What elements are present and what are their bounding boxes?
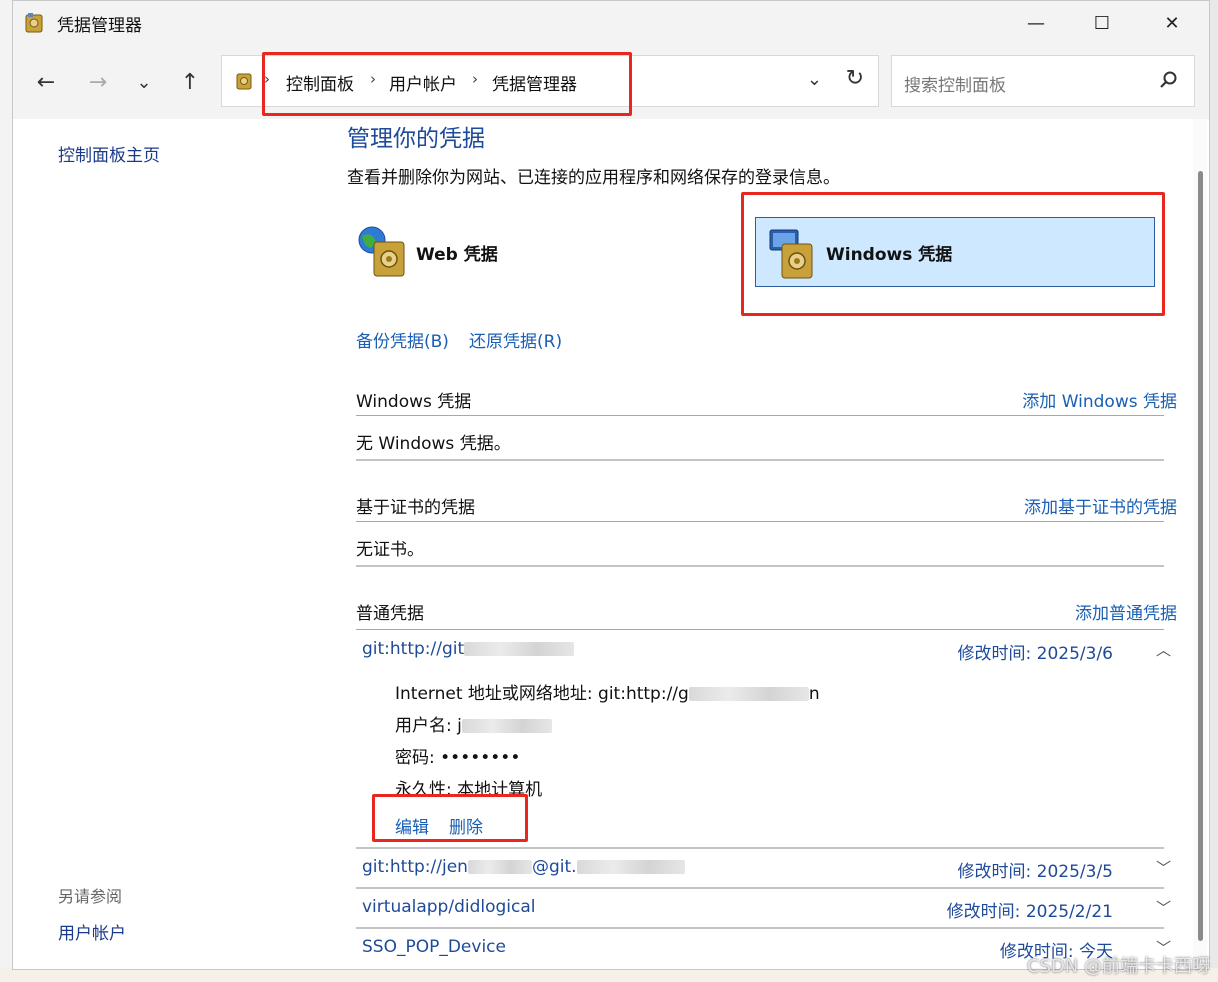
password-label: 密码: (395, 748, 435, 768)
minimize-icon: — (1027, 12, 1045, 34)
recent-locations-button[interactable]: ⌄ (129, 67, 159, 97)
address-value-end: n (808, 684, 820, 704)
sidebar: 控制面板主页 另请参阅 用户帐户 (13, 119, 333, 969)
section-divider (356, 565, 1164, 567)
up-button[interactable]: ↑ (175, 67, 205, 97)
control-panel-icon (236, 73, 252, 90)
credential-name[interactable]: git:http://git (362, 639, 575, 659)
credential-name-text: @git. (531, 857, 577, 877)
credential-name-text: git:http://git (362, 639, 465, 659)
forward-button[interactable]: → (83, 67, 113, 97)
back-arrow-icon: ← (36, 69, 56, 95)
section-divider (356, 415, 1164, 416)
credential-manager-window: 凭据管理器 — ☐ ✕ ← → ⌄ ↑ › 控制面板 › 用户帐户 › 凭据管理… (12, 0, 1210, 970)
credential-modified-date: 修改时间: 2025/3/6 (957, 644, 1113, 664)
section-divider (356, 887, 1164, 889)
maximize-button[interactable]: ☐ (1079, 1, 1125, 45)
windows-credentials-heading: Windows 凭据 (356, 392, 472, 412)
back-button[interactable]: ← (31, 67, 61, 97)
add-windows-credential-link[interactable]: 添加 Windows 凭据 (1022, 387, 1177, 412)
search-box[interactable]: 搜索控制面板 (891, 55, 1195, 107)
chevron-down-icon: ⌄ (136, 71, 152, 93)
credential-manager-icon (25, 13, 43, 33)
redacted-text (467, 860, 532, 874)
close-button[interactable]: ✕ (1149, 1, 1195, 45)
section-divider (356, 459, 1164, 461)
section-divider (356, 927, 1164, 929)
address-label: Internet 地址或网络地址: (395, 684, 593, 704)
page-title: 管理你的凭据 (347, 126, 485, 152)
redacted-text (461, 719, 552, 733)
credential-name[interactable]: virtualapp/didlogical (362, 897, 536, 917)
credential-name-text: git:http://jen (362, 857, 468, 877)
web-credentials-tile[interactable]: Web 凭据 (356, 217, 736, 287)
search-input[interactable]: 搜索控制面板 (904, 71, 1006, 96)
page-description: 查看并删除你为网站、已连接的应用程序和网络保存的登录信息。 (347, 168, 840, 188)
credential-password-row: 密码: •••••••• (395, 743, 520, 768)
sidebar-link-control-panel-home[interactable]: 控制面板主页 (58, 141, 160, 166)
highlight-box-breadcrumb (262, 52, 632, 116)
address-value: git:http://g (598, 684, 689, 704)
minimize-button[interactable]: — (1013, 1, 1059, 45)
title-bar: 凭据管理器 — ☐ ✕ (13, 1, 1209, 45)
redacted-text (464, 642, 575, 656)
up-arrow-icon: ↑ (180, 69, 200, 95)
no-windows-credentials-text: 无 Windows 凭据。 (356, 434, 511, 454)
redacted-text (576, 860, 685, 874)
credential-username-row: 用户名: j (395, 711, 552, 736)
no-certificates-text: 无证书。 (356, 540, 424, 560)
address-dropdown-icon[interactable]: ⌄ (807, 69, 822, 90)
forward-arrow-icon: → (88, 69, 108, 95)
section-divider (356, 521, 1164, 522)
certificate-credentials-heading: 基于证书的凭据 (356, 498, 475, 518)
chevron-down-icon[interactable]: ﹀ (1156, 897, 1171, 918)
credential-name[interactable]: git:http://jen @git. (362, 857, 685, 877)
web-credentials-icon (358, 226, 405, 277)
restore-credentials-link[interactable]: 还原凭据(R) (469, 327, 562, 352)
credential-modified-date: 修改时间: 2025/3/5 (957, 862, 1113, 882)
credential-address-row: Internet 地址或网络地址: git:http://g n (395, 679, 820, 704)
add-certificate-credential-link[interactable]: 添加基于证书的凭据 (1024, 493, 1177, 518)
section-divider (356, 629, 1164, 630)
redacted-text (688, 687, 809, 701)
username-label: 用户名: (395, 716, 452, 736)
chevron-up-icon[interactable]: ︿ (1156, 639, 1171, 660)
add-generic-credential-link[interactable]: 添加普通凭据 (1075, 599, 1177, 624)
scrollbar-thumb[interactable] (1198, 171, 1203, 941)
backup-credentials-link[interactable]: 备份凭据(B) (356, 327, 449, 352)
credential-name[interactable]: SSO_POP_Device (362, 937, 506, 957)
close-icon: ✕ (1164, 12, 1180, 34)
background-left-strip (0, 0, 12, 982)
sidebar-link-user-accounts[interactable]: 用户帐户 (58, 919, 126, 944)
watermark: CSDN @前端卡卡西呀 (1026, 956, 1210, 977)
generic-credentials-heading: 普通凭据 (356, 604, 424, 624)
maximize-icon: ☐ (1093, 12, 1111, 34)
password-value: •••••••• (440, 748, 521, 768)
highlight-box-windows-tile (741, 192, 1165, 316)
see-also-heading: 另请参阅 (58, 887, 123, 906)
chevron-down-icon[interactable]: ﹀ (1156, 857, 1171, 878)
section-divider (356, 847, 1164, 849)
search-icon[interactable] (1156, 68, 1180, 92)
window-title: 凭据管理器 (57, 16, 142, 36)
credential-modified-date: 修改时间: 2025/2/21 (946, 902, 1113, 922)
highlight-box-edit-delete (372, 794, 528, 842)
web-credentials-label: Web 凭据 (416, 244, 498, 265)
refresh-icon[interactable]: ↻ (846, 66, 864, 91)
